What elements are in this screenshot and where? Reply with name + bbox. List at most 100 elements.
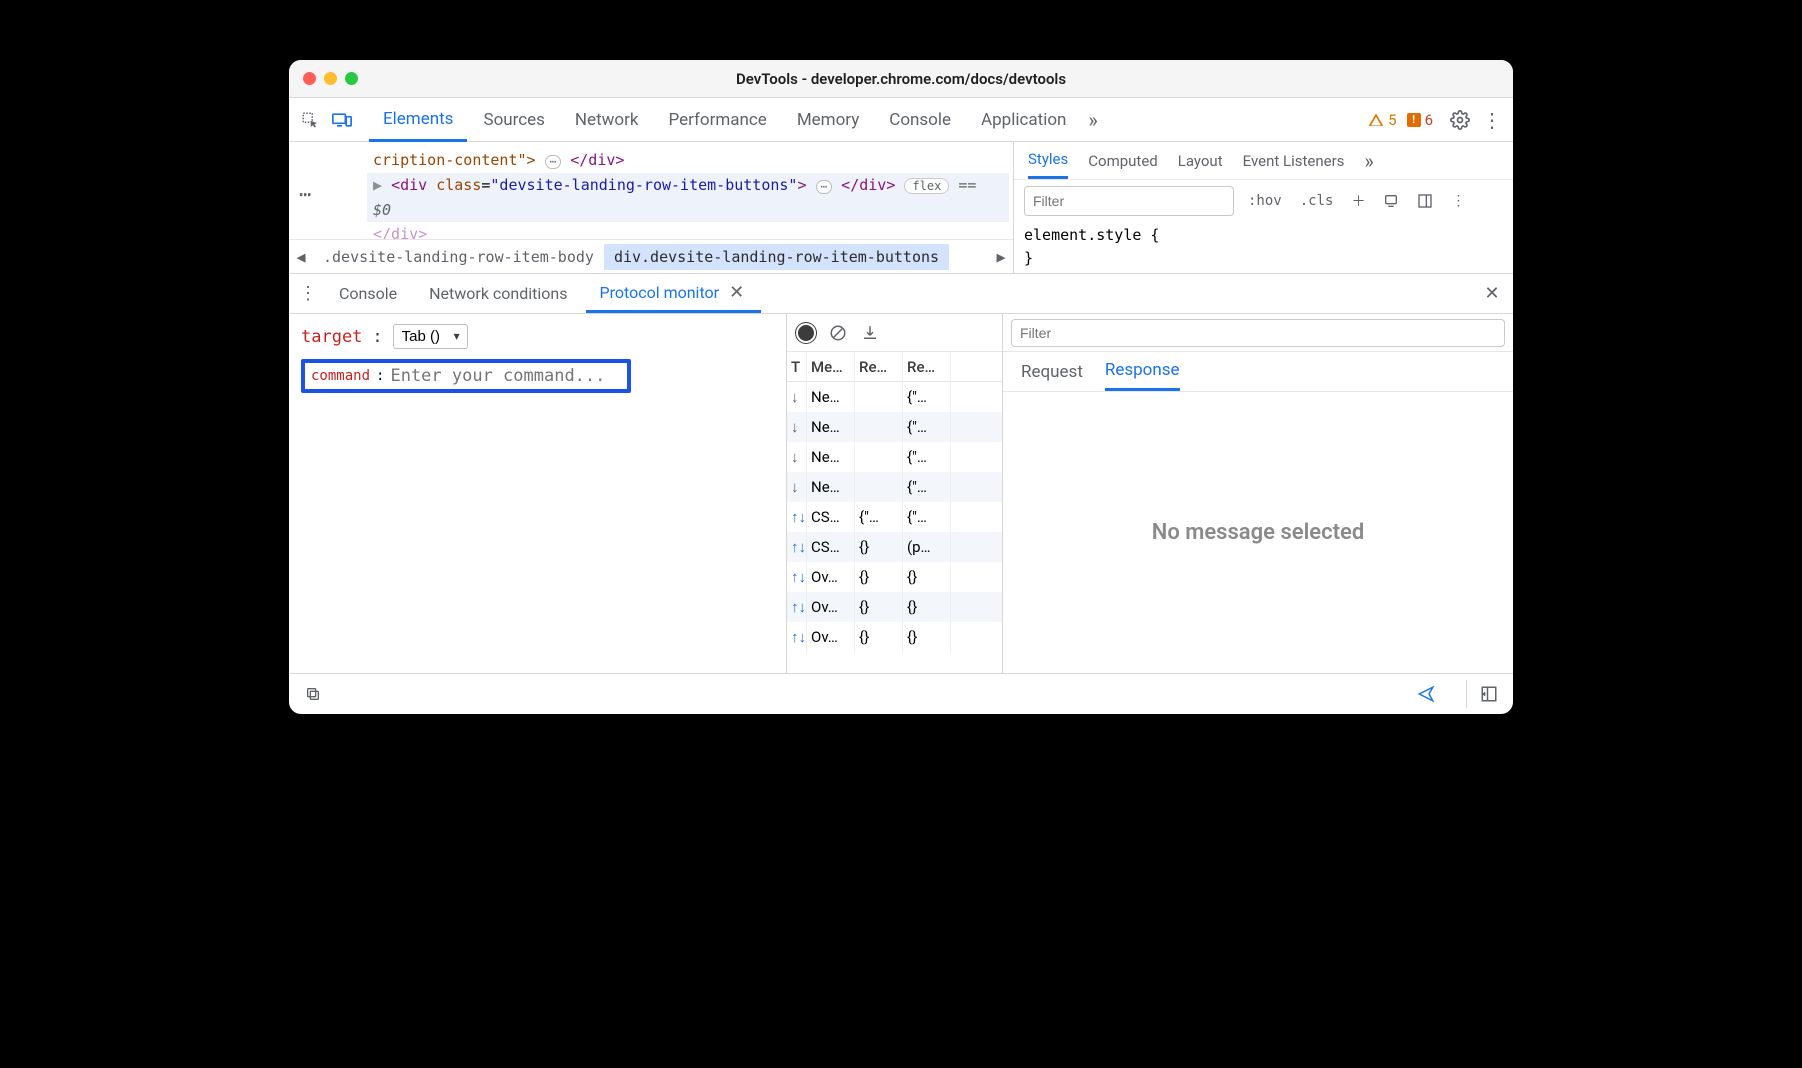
styles-tabstrip: Styles Computed Layout Event Listeners » — [1014, 142, 1513, 180]
maximize-window-button[interactable] — [345, 72, 358, 85]
command-input-highlight: command: — [301, 359, 631, 393]
table-row[interactable]: ↓Ne…{"… — [787, 442, 1002, 472]
drawer-close-icon[interactable]: ✕ — [1477, 283, 1507, 304]
table-row[interactable]: ↑↓Ov…{}{} — [787, 622, 1002, 652]
target-select[interactable]: Tab () — [393, 324, 468, 349]
direction-down-icon: ↓ — [787, 412, 807, 442]
pm-message-list: T Me… Re… Re… ↓Ne…{"…↓Ne…{"…↓Ne…{"…↓Ne…{… — [787, 314, 1003, 673]
devtools-window: DevTools - developer.chrome.com/docs/dev… — [289, 60, 1513, 714]
tabs-overflow-button[interactable]: » — [1082, 98, 1103, 141]
breadcrumb: ◀ .devsite-landing-row-item-body div.dev… — [289, 239, 1013, 273]
styles-toolbar: :hov .cls ＋ ⋮ — [1014, 180, 1513, 222]
tab-computed[interactable]: Computed — [1088, 142, 1158, 179]
table-row[interactable]: ↑↓CS…{}(p… — [787, 532, 1002, 562]
direction-down-icon: ↓ — [787, 382, 807, 412]
command-input[interactable] — [390, 366, 621, 386]
tab-request[interactable]: Request — [1021, 352, 1083, 391]
close-tab-icon[interactable]: ✕ — [729, 282, 747, 303]
pm-command-pane: target: Tab () command: — [289, 314, 787, 673]
main-tabstrip: Elements Sources Network Performance Mem… — [289, 98, 1513, 142]
direction-down-icon: ↓ — [787, 472, 807, 502]
titlebar: DevTools - developer.chrome.com/docs/dev… — [289, 60, 1513, 98]
tab-performance[interactable]: Performance — [654, 98, 780, 141]
tab-sources[interactable]: Sources — [469, 98, 558, 141]
drawer-tab-protocol-monitor[interactable]: Protocol monitor ✕ — [586, 274, 762, 313]
table-row[interactable]: ↑↓Ov…{}{} — [787, 592, 1002, 622]
toggle-print-media-icon[interactable] — [1379, 191, 1403, 211]
inspect-element-icon[interactable] — [295, 105, 325, 135]
save-icon[interactable] — [859, 322, 881, 344]
more-menu-icon[interactable]: ⋮ — [1477, 105, 1507, 135]
pm-detail-tabs: Request Response — [1003, 352, 1513, 392]
selected-dom-node[interactable]: ▶ <div class="devsite-landing-row-item-b… — [367, 173, 1009, 223]
issue-badges[interactable]: 5 ! 6 — [1358, 111, 1443, 129]
table-row[interactable]: ↓Ne…{"… — [787, 382, 1002, 412]
collapsed-icon[interactable]: ⋯ — [816, 180, 833, 194]
breadcrumb-item-active[interactable]: div.devsite-landing-row-item-buttons — [604, 244, 949, 270]
pm-table: T Me… Re… Re… ↓Ne…{"…↓Ne…{"…↓Ne…{"…↓Ne…{… — [787, 352, 1002, 673]
pm-filter-input[interactable] — [1011, 319, 1505, 347]
styles-overflow-button[interactable]: » — [1364, 142, 1373, 179]
direction-both-icon: ↑↓ — [787, 532, 807, 562]
command-label: command — [311, 368, 370, 384]
hov-toggle[interactable]: :hov — [1244, 191, 1286, 211]
styles-filter-input[interactable] — [1024, 186, 1234, 216]
table-row[interactable]: ↑↓CS…{"…{"… — [787, 502, 1002, 532]
tab-application[interactable]: Application — [967, 98, 1080, 141]
clear-icon[interactable] — [827, 322, 849, 344]
direction-both-icon: ↑↓ — [787, 592, 807, 622]
direction-both-icon: ↑↓ — [787, 622, 807, 652]
drawer-tab-console[interactable]: Console — [325, 274, 411, 313]
element-style-block[interactable]: element.style { } — [1014, 222, 1513, 273]
warnings-count: 5 — [1388, 111, 1396, 129]
styles-pane: Styles Computed Layout Event Listeners »… — [1013, 142, 1513, 273]
table-row[interactable]: ↓Ne…{"… — [787, 472, 1002, 502]
breadcrumb-right-button[interactable]: ▶ — [989, 248, 1013, 266]
pm-detail-pane: Request Response No message selected — [1003, 314, 1513, 673]
window-title: DevTools - developer.chrome.com/docs/dev… — [289, 70, 1513, 88]
minimize-window-button[interactable] — [324, 72, 337, 85]
settings-icon[interactable] — [1445, 105, 1475, 135]
flex-badge[interactable]: flex — [904, 178, 949, 194]
table-row[interactable]: ↑↓Ov…{}{} — [787, 562, 1002, 592]
warnings-badge[interactable]: 5 — [1368, 111, 1396, 129]
breadcrumb-left-button[interactable]: ◀ — [289, 248, 313, 266]
drawer-more-icon[interactable]: ⋮ — [295, 283, 321, 304]
tab-styles[interactable]: Styles — [1028, 142, 1068, 179]
direction-both-icon: ↑↓ — [787, 562, 807, 592]
tab-console[interactable]: Console — [875, 98, 965, 141]
errors-count: 6 — [1425, 111, 1433, 129]
tab-event-listeners[interactable]: Event Listeners — [1243, 142, 1345, 179]
drawer-tab-network-conditions[interactable]: Network conditions — [415, 274, 581, 313]
close-window-button[interactable] — [303, 72, 316, 85]
toggle-side-panel-icon[interactable] — [1475, 680, 1503, 708]
styles-more-icon[interactable]: ⋮ — [1447, 191, 1469, 211]
toggle-computed-panel-icon[interactable] — [1413, 191, 1437, 211]
target-label: target — [301, 327, 362, 347]
errors-badge[interactable]: ! 6 — [1407, 111, 1433, 129]
drawer-footer — [289, 674, 1513, 714]
traffic-lights — [289, 72, 358, 85]
device-toolbar-icon[interactable] — [327, 105, 357, 135]
protocol-monitor-panel: target: Tab () command: — [289, 314, 1513, 674]
tab-memory[interactable]: Memory — [783, 98, 873, 141]
pm-empty-state: No message selected — [1003, 392, 1513, 673]
direction-both-icon: ↑↓ — [787, 502, 807, 532]
tab-response[interactable]: Response — [1105, 352, 1180, 391]
table-row[interactable]: ↓Ne…{"… — [787, 412, 1002, 442]
send-command-icon[interactable] — [1412, 680, 1440, 708]
new-style-rule-icon[interactable]: ＋ — [1347, 189, 1369, 213]
breadcrumb-item[interactable]: .devsite-landing-row-item-body — [313, 244, 604, 270]
cls-toggle[interactable]: .cls — [1296, 191, 1338, 211]
collapsed-icon[interactable]: ⋯ — [545, 155, 562, 169]
dom-overflow-icon: ⋯ — [299, 182, 311, 206]
copy-icon[interactable] — [299, 680, 327, 708]
tab-network[interactable]: Network — [561, 98, 653, 141]
record-icon[interactable] — [795, 322, 817, 344]
tab-elements[interactable]: Elements — [369, 99, 467, 142]
dom-tree[interactable]: ⋯ cription-content"> ⋯ </div> ▶ <div cla… — [289, 142, 1013, 273]
tab-layout[interactable]: Layout — [1178, 142, 1223, 179]
drawer-tabstrip: ⋮ Console Network conditions Protocol mo… — [289, 274, 1513, 314]
error-icon: ! — [1407, 113, 1421, 127]
direction-down-icon: ↓ — [787, 442, 807, 472]
